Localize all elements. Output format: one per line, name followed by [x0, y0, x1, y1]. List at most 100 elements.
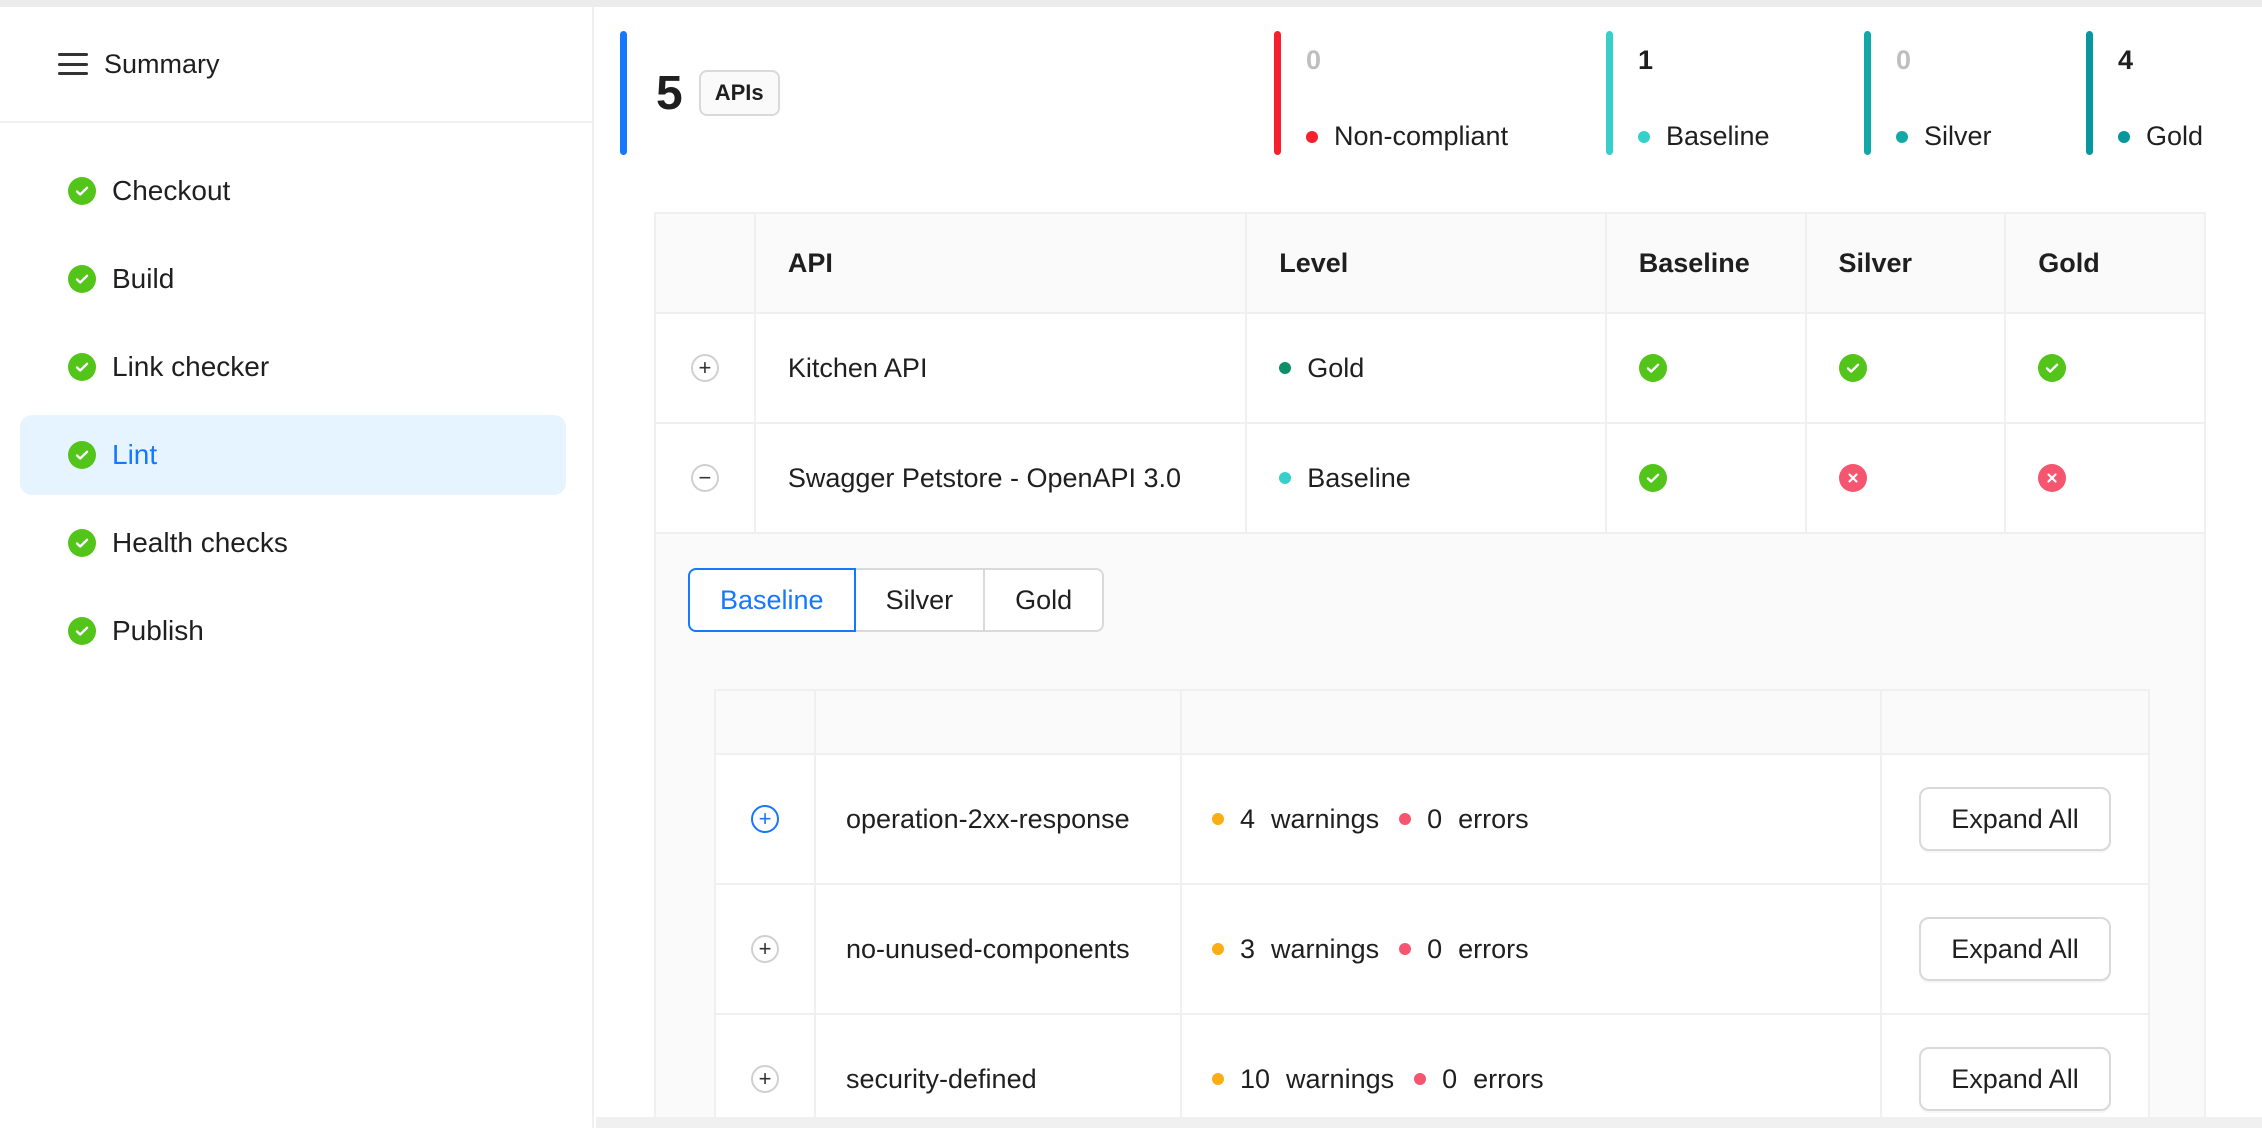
expand-cell: +	[716, 1015, 816, 1128]
menu-icon[interactable]	[58, 53, 88, 75]
rules-header-cell	[1182, 691, 1882, 753]
error-label: errors	[1458, 803, 1529, 834]
silver-cell	[1807, 314, 2007, 422]
stat-count: 1	[1638, 45, 1654, 75]
segment-baseline[interactable]: Baseline	[688, 568, 856, 632]
table-header-cell: Level	[1247, 214, 1607, 312]
gold-cell	[2006, 314, 2204, 422]
error-number: 0	[1427, 803, 1443, 834]
table-header-cell: API	[756, 214, 1248, 312]
error-number: 0	[1442, 1063, 1458, 1094]
sidebar-item-label: Checkout	[112, 175, 231, 206]
error-label: errors	[1473, 1063, 1544, 1094]
check-circle-icon	[68, 353, 96, 381]
error-count: 0 errors	[1399, 934, 1549, 965]
sidebar-item-checkout[interactable]: Checkout	[20, 151, 566, 231]
check-circle-icon	[68, 617, 96, 645]
warning-count: 4 warnings	[1212, 804, 1399, 835]
plus-icon[interactable]: +	[751, 805, 779, 833]
error-count: 0 errors	[1414, 1064, 1564, 1095]
level-cell: Gold	[1247, 314, 1607, 422]
sidebar-item-publish[interactable]: Publish	[20, 591, 566, 671]
sidebar-item-link-checker[interactable]: Link checker	[20, 327, 566, 407]
expand-cell: −	[656, 424, 756, 532]
rule-name: no-unused-components	[816, 885, 1182, 1013]
expand-row-button[interactable]: +	[690, 354, 719, 382]
expand-all-button[interactable]: Expand All	[1919, 787, 2111, 851]
warning-count: 10 warnings	[1212, 1064, 1414, 1095]
check-circle-icon	[2038, 354, 2067, 382]
stat-bar	[1274, 31, 1281, 155]
expanded-row-panel: Baseline Silver Gold + operation-2xx-res…	[656, 534, 2204, 1128]
segment-silver[interactable]: Silver	[853, 568, 986, 632]
api-table: API Level Baseline Silver Gold + Kitchen…	[654, 212, 2206, 1128]
rule-counts: 3 warnings 0 errors	[1182, 885, 1882, 1013]
sidebar-item-health-checks[interactable]: Health checks	[20, 503, 566, 583]
api-name: Kitchen API	[756, 314, 1248, 422]
stat-label-text: Silver	[1924, 121, 1992, 151]
rule-row: + no-unused-components 3 warnings 0 errors…	[716, 885, 2148, 1015]
total-apis-stat: 5 APIs	[620, 31, 780, 155]
error-dot	[1399, 813, 1412, 825]
error-dot	[1414, 1073, 1427, 1085]
warning-label: warnings	[1286, 1063, 1395, 1094]
table-row: − Swagger Petstore - OpenAPI 3.0 Baselin…	[656, 424, 2204, 534]
level-segmented-control: Baseline Silver Gold	[688, 568, 1105, 632]
table-header-cell: Gold	[2038, 247, 2100, 278]
collapse-row-button[interactable]: −	[690, 464, 719, 492]
level-cell: Baseline	[1247, 424, 1607, 532]
warning-label: warnings	[1271, 803, 1380, 834]
warning-dot	[1212, 813, 1224, 825]
sidebar-item-label: Build	[112, 263, 175, 294]
expand-all-button[interactable]: Expand All	[1919, 917, 2111, 981]
stat-count: 4	[2118, 45, 2134, 75]
silver-cell	[1807, 424, 2007, 532]
rule-name: security-defined	[816, 1015, 1182, 1128]
check-circle-icon	[1638, 354, 1667, 382]
main-content: 5 APIs 0 Non-compliant 1 Baseline 0 Silv…	[596, 7, 2262, 1128]
status-dot	[2118, 130, 2130, 143]
sidebar-header[interactable]: Summary	[0, 7, 592, 123]
stat-bar	[1606, 31, 1613, 155]
check-circle-icon	[68, 529, 96, 557]
rules-header-row	[716, 691, 2148, 755]
level-dot	[1279, 362, 1292, 374]
plus-icon[interactable]: +	[751, 935, 779, 963]
rules-header-cell	[816, 691, 1182, 753]
baseline-cell	[1607, 424, 1807, 532]
warning-label: warnings	[1271, 933, 1380, 964]
stat-label: Non-compliant	[1306, 121, 1508, 152]
horizontal-scrollbar[interactable]	[596, 1117, 2262, 1128]
level-dot	[1279, 472, 1292, 484]
check-circle-icon	[1838, 354, 1867, 382]
rules-header-cell	[716, 691, 816, 753]
sidebar-item-lint[interactable]: Lint	[20, 415, 566, 495]
sidebar-item-label: Health checks	[112, 527, 288, 558]
table-header-cell	[656, 214, 756, 312]
stat-label: Gold	[2118, 121, 2203, 152]
api-name: Swagger Petstore - OpenAPI 3.0	[756, 424, 1248, 532]
warning-dot	[1212, 943, 1224, 955]
rules-header-cell	[1882, 691, 2148, 753]
close-circle-icon	[2038, 464, 2067, 492]
error-label: errors	[1458, 933, 1529, 964]
sidebar-list: Checkout Build Link checker Lint Health …	[0, 151, 592, 671]
check-circle-icon	[68, 265, 96, 293]
plus-icon[interactable]: +	[751, 1065, 779, 1093]
check-circle-icon	[68, 177, 96, 205]
action-cell: Expand All	[1882, 755, 2148, 883]
stat-label-text: Gold	[2146, 121, 2204, 151]
stat-bar	[2086, 31, 2093, 155]
sidebar-item-build[interactable]: Build	[20, 239, 566, 319]
warning-count: 3 warnings	[1212, 934, 1399, 965]
status-dot	[1638, 130, 1650, 143]
expand-all-button[interactable]: Expand All	[1919, 1047, 2111, 1111]
table-row: + Kitchen API Gold	[656, 314, 2204, 424]
sidebar-item-label: Link checker	[112, 351, 270, 382]
stat-label-text: Baseline	[1666, 121, 1770, 151]
table-header-cell: Baseline	[1607, 214, 1807, 312]
gold-cell	[2006, 424, 2204, 532]
close-circle-icon	[1838, 464, 1867, 492]
segment-gold[interactable]: Gold	[983, 568, 1105, 632]
apis-tag: APIs	[698, 70, 780, 116]
